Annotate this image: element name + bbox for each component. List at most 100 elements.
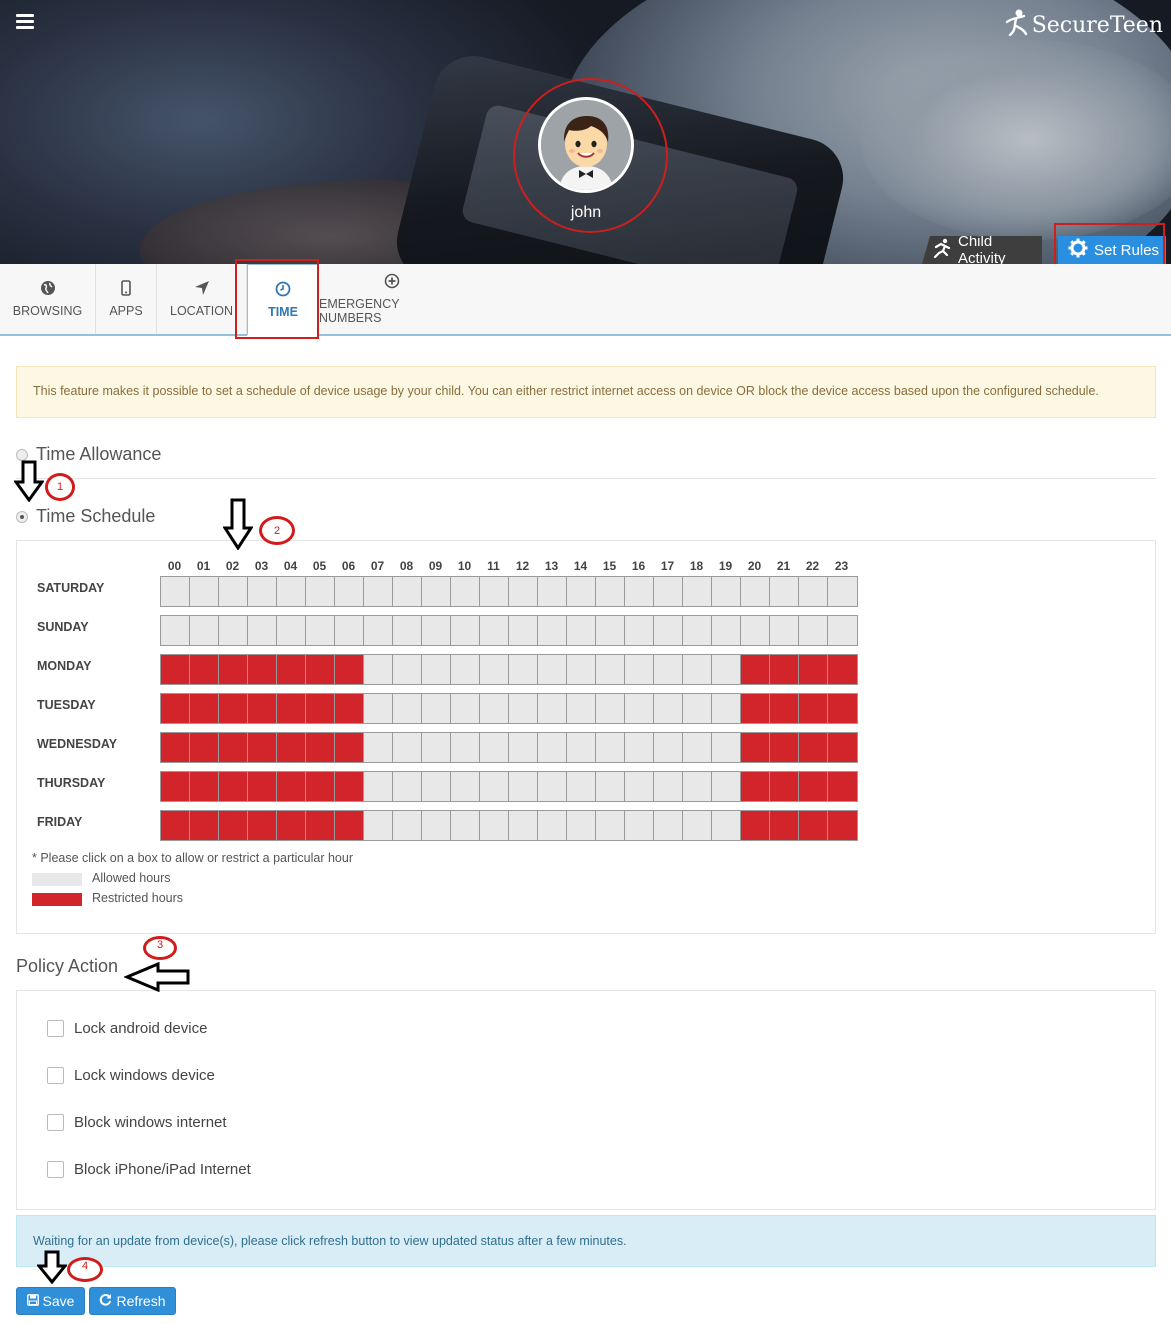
hour-cell[interactable] — [799, 616, 828, 645]
hour-cell[interactable] — [161, 577, 190, 606]
hour-cell[interactable] — [509, 733, 538, 762]
hour-cell[interactable] — [770, 733, 799, 762]
hour-cell[interactable] — [335, 577, 364, 606]
hour-cell[interactable] — [393, 577, 422, 606]
hour-cell[interactable] — [161, 811, 190, 840]
hour-cell[interactable] — [828, 733, 857, 762]
hour-cell[interactable] — [799, 694, 828, 723]
hour-cell[interactable] — [625, 694, 654, 723]
hour-cell[interactable] — [480, 694, 509, 723]
hour-cell[interactable] — [451, 694, 480, 723]
hour-cell[interactable] — [625, 577, 654, 606]
hour-cell[interactable] — [567, 772, 596, 801]
hour-cell[interactable] — [654, 694, 683, 723]
hour-cell[interactable] — [422, 655, 451, 684]
hour-cell[interactable] — [248, 655, 277, 684]
hour-cell[interactable] — [393, 616, 422, 645]
hour-cell[interactable] — [277, 694, 306, 723]
hour-cell[interactable] — [364, 694, 393, 723]
hour-cell[interactable] — [161, 733, 190, 762]
hour-cell[interactable] — [306, 733, 335, 762]
hour-cell[interactable] — [770, 616, 799, 645]
hour-cell[interactable] — [509, 694, 538, 723]
hour-cell[interactable] — [625, 616, 654, 645]
hour-cell[interactable] — [741, 811, 770, 840]
hamburger-menu-icon[interactable] — [16, 14, 34, 30]
hour-cell[interactable] — [277, 811, 306, 840]
hour-cell[interactable] — [741, 772, 770, 801]
hour-cell[interactable] — [306, 655, 335, 684]
hour-cell[interactable] — [364, 616, 393, 645]
hour-cell[interactable] — [625, 733, 654, 762]
hour-cell[interactable] — [335, 811, 364, 840]
hour-cell[interactable] — [741, 655, 770, 684]
hour-cell[interactable] — [190, 655, 219, 684]
block-windows-internet-option[interactable]: Block windows internet — [47, 1114, 227, 1131]
hour-cell[interactable] — [190, 616, 219, 645]
hour-cell[interactable] — [770, 772, 799, 801]
hour-cell[interactable] — [509, 655, 538, 684]
time-schedule-option[interactable]: Time Schedule — [16, 506, 155, 527]
hour-cell[interactable] — [451, 772, 480, 801]
hour-cell[interactable] — [828, 577, 857, 606]
hour-cell[interactable] — [538, 655, 567, 684]
hour-cell[interactable] — [770, 811, 799, 840]
hour-cell[interactable] — [654, 577, 683, 606]
hour-cell[interactable] — [654, 733, 683, 762]
lock-windows-option[interactable]: Lock windows device — [47, 1067, 215, 1084]
hour-cell[interactable] — [480, 616, 509, 645]
hour-cell[interactable] — [770, 655, 799, 684]
hour-cell[interactable] — [567, 694, 596, 723]
hour-cell[interactable] — [422, 733, 451, 762]
hour-cell[interactable] — [828, 694, 857, 723]
hour-cell[interactable] — [567, 616, 596, 645]
hour-cell[interactable] — [451, 811, 480, 840]
hour-cell[interactable] — [799, 811, 828, 840]
hour-cell[interactable] — [161, 772, 190, 801]
hour-cell[interactable] — [393, 655, 422, 684]
hour-cell[interactable] — [712, 733, 741, 762]
hour-cell[interactable] — [683, 616, 712, 645]
block-windows-internet-checkbox[interactable] — [47, 1114, 64, 1131]
hour-cell[interactable] — [683, 733, 712, 762]
hour-cell[interactable] — [306, 772, 335, 801]
hour-cell[interactable] — [306, 694, 335, 723]
hour-cell[interactable] — [306, 577, 335, 606]
hour-cell[interactable] — [828, 811, 857, 840]
hour-cell[interactable] — [712, 772, 741, 801]
hour-cell[interactable] — [509, 772, 538, 801]
hour-cell[interactable] — [683, 694, 712, 723]
hour-cell[interactable] — [596, 733, 625, 762]
hour-cell[interactable] — [422, 772, 451, 801]
hour-cell[interactable] — [799, 733, 828, 762]
hour-cell[interactable] — [393, 733, 422, 762]
hour-cell[interactable] — [277, 616, 306, 645]
hour-cell[interactable] — [364, 655, 393, 684]
hour-cell[interactable] — [741, 694, 770, 723]
hour-cell[interactable] — [451, 577, 480, 606]
hour-cell[interactable] — [654, 811, 683, 840]
hour-cell[interactable] — [712, 616, 741, 645]
hour-cell[interactable] — [538, 694, 567, 723]
hour-cell[interactable] — [741, 577, 770, 606]
hour-cell[interactable] — [480, 811, 509, 840]
hour-cell[interactable] — [248, 616, 277, 645]
refresh-button[interactable]: Refresh — [89, 1287, 176, 1315]
hour-cell[interactable] — [567, 655, 596, 684]
hour-cell[interactable] — [712, 577, 741, 606]
hour-cell[interactable] — [219, 772, 248, 801]
brand-logo[interactable]: SecureTeen — [1004, 8, 1163, 42]
hour-cell[interactable] — [625, 772, 654, 801]
hour-cell[interactable] — [277, 733, 306, 762]
lock-windows-checkbox[interactable] — [47, 1067, 64, 1084]
child-avatar[interactable] — [538, 97, 634, 193]
hour-cell[interactable] — [393, 772, 422, 801]
hour-cell[interactable] — [480, 772, 509, 801]
hour-cell[interactable] — [625, 811, 654, 840]
hour-cell[interactable] — [596, 577, 625, 606]
tab-apps[interactable]: APPS — [96, 264, 157, 334]
hour-cell[interactable] — [219, 811, 248, 840]
hour-cell[interactable] — [422, 811, 451, 840]
hour-cell[interactable] — [712, 694, 741, 723]
hour-cell[interactable] — [799, 772, 828, 801]
